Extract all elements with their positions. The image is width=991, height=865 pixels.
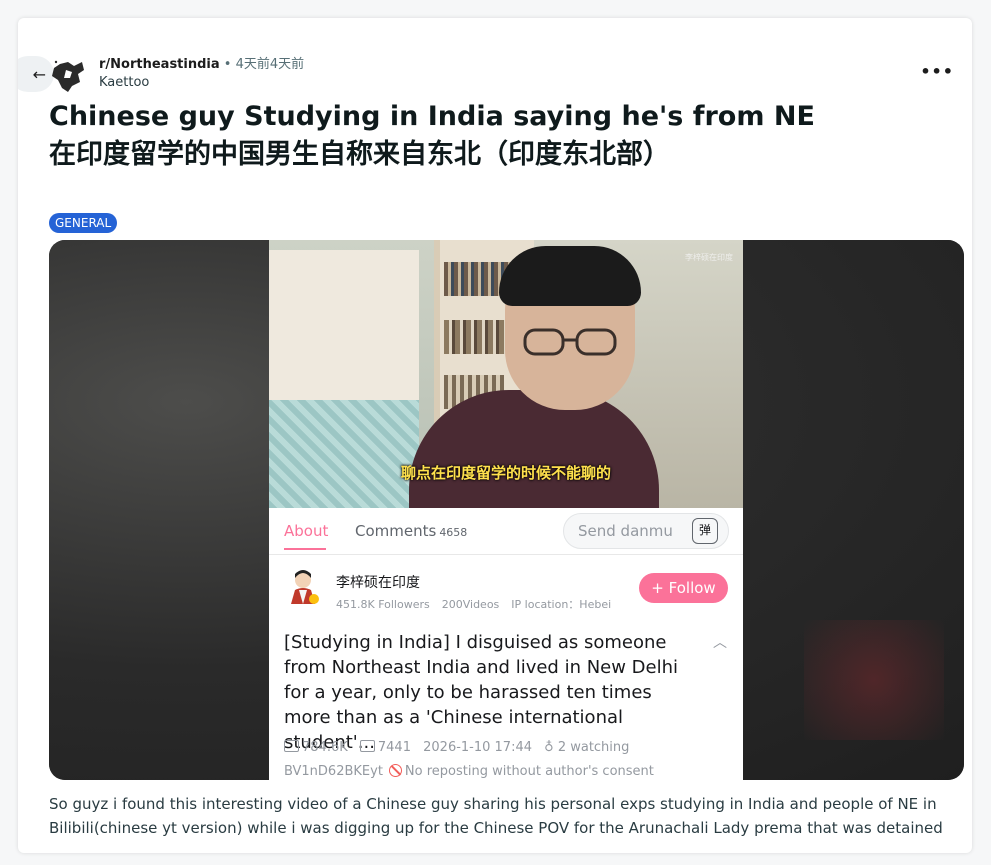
danmu-input[interactable]: Send danmu 弹 — [563, 513, 729, 549]
flair-badge[interactable]: GENERAL — [49, 213, 118, 233]
video-frame: 李梓硕在印度 聊点在印度留学的时候不能聊的 — [269, 240, 743, 508]
follow-button[interactable]: + Follow — [639, 573, 728, 603]
post-title-zh: 在印度留学的中国男生自称来自东北（印度东北部） — [49, 139, 670, 170]
post-card: ← r/Northeastindia • 4天前4天前 Kaettoo ••• … — [18, 18, 972, 853]
danmu-toggle-icon[interactable]: 弹 — [692, 518, 718, 544]
watching-icon: ♁ — [544, 740, 554, 755]
subreddit-avatar[interactable] — [48, 56, 88, 96]
repost-notice: No reposting without author's consent — [404, 764, 654, 779]
video-count: 200Videos — [441, 598, 500, 611]
subreddit-name[interactable]: r/Northeastindia — [99, 57, 220, 72]
danmaku-count: 7441 — [377, 740, 411, 755]
media-blur-glow — [804, 620, 944, 740]
bvid-line: BV1nD62BKEyt No reposting without author'… — [284, 764, 654, 779]
back-arrow-icon: ← — [32, 64, 46, 84]
tab-comments[interactable]: Comments 4658 — [355, 522, 467, 540]
video-subtitle: 聊点在印度留学的时候不能聊的 — [400, 464, 611, 482]
post-meta: r/Northeastindia • 4天前4天前 Kaettoo — [99, 56, 304, 92]
meta-separator: • — [223, 57, 232, 72]
post-title-en: Chinese guy Studying in India saying he'… — [49, 101, 815, 132]
more-options-icon[interactable]: ••• — [920, 62, 954, 81]
video-stats: 784.6K 7441 2026-1-10 17:44 ♁ 2 watching — [284, 740, 637, 755]
view-count: 784.6K — [302, 740, 348, 755]
play-count-icon — [284, 740, 299, 752]
post-title: Chinese guy Studying in India saying he'… — [49, 98, 929, 174]
bvid: BV1nD62BKEyt — [284, 764, 383, 779]
video-description: [Studying in India] I disguised as someo… — [284, 632, 679, 753]
post-body: So guyz i found this interesting video o… — [49, 795, 943, 837]
no-repost-icon — [388, 764, 402, 777]
danmu-placeholder: Send danmu — [578, 522, 673, 540]
tab-about[interactable]: About — [284, 522, 328, 540]
post-author[interactable]: Kaettoo — [99, 74, 304, 92]
video-watermark: 李梓硕在印度 — [685, 253, 733, 262]
post-time: 4天前4天前 — [235, 57, 305, 72]
bed-spread — [269, 400, 419, 508]
embedded-screenshot: 李梓硕在印度 聊点在印度留学的时候不能聊的 About Comments 4658… — [269, 240, 743, 780]
ip-location: IP location：Hebei — [511, 598, 612, 611]
glasses-icon — [523, 328, 617, 356]
follower-count: 451.8K Followers — [336, 598, 430, 611]
post-media[interactable]: 李梓硕在印度 聊点在印度留学的时候不能聊的 About Comments 4658… — [49, 240, 964, 780]
danmaku-count-icon — [359, 740, 375, 752]
watching-count: 2 watching — [557, 740, 630, 755]
tab-active-indicator — [284, 548, 326, 550]
uploader-avatar[interactable] — [285, 568, 321, 606]
uploader-stats: 451.8K Followers 200Videos IP location：Heb… — [336, 596, 623, 612]
tab-comments-label: Comments — [355, 522, 437, 540]
person-hair — [499, 246, 641, 306]
publish-date: 2026-1-10 17:44 — [423, 740, 532, 755]
embed-tabs: About Comments 4658 Send danmu 弹 — [269, 508, 743, 555]
collapse-caret-icon[interactable]: ︿ — [713, 632, 727, 652]
uploader-name[interactable]: 李梓硕在印度 — [336, 572, 420, 592]
comments-count: 4658 — [439, 526, 468, 539]
